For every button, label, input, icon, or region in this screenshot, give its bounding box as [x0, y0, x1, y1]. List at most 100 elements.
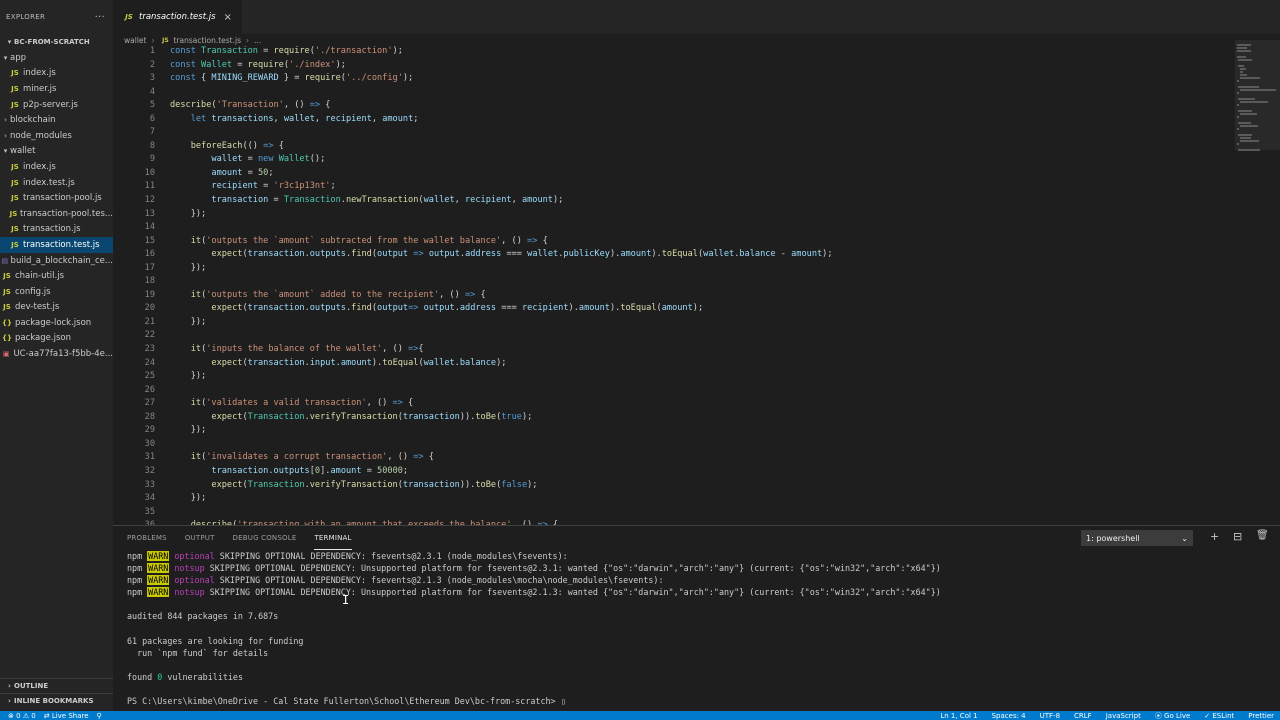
tree-item[interactable]: JS transaction.js	[0, 222, 113, 238]
code-line[interactable]: 18	[113, 275, 1223, 289]
code-line[interactable]: 8 beforeEach(() => {	[113, 140, 1223, 154]
tree-item[interactable]: ▣ UC-aa77fa13-f5bb-4e...	[0, 346, 113, 362]
tree-item[interactable]: JS config.js	[0, 284, 113, 300]
inline-bookmarks-section[interactable]: › INLINE BOOKMARKS	[0, 693, 113, 708]
remote-icon[interactable]: ⚲	[97, 712, 102, 720]
code-line[interactable]: 13 });	[113, 208, 1223, 222]
tab-transaction-test-js[interactable]: JS transaction.test.js ×	[113, 0, 242, 34]
code-line[interactable]: 2 const Wallet = require('./index');	[113, 59, 1223, 73]
terminal-select[interactable]: 1: powershell ⌄	[1081, 530, 1193, 546]
code-line[interactable]: 17 });	[113, 262, 1223, 276]
terminal-output[interactable]: npm WARN optional SKIPPING OPTIONAL DEPE…	[127, 550, 1267, 707]
code-line[interactable]: 19 it('outputs the `amount` added to the…	[113, 289, 1223, 303]
code-token: =>	[413, 452, 424, 463]
code-line[interactable]: 16 expect(transaction.outputs.find(outpu…	[113, 248, 1223, 262]
minimap-line	[1239, 89, 1276, 91]
code-line[interactable]: 23 it('inputs the balance of the wallet'…	[113, 343, 1223, 357]
cursor-position[interactable]: Ln 1, Col 1	[940, 712, 977, 720]
tree-item[interactable]: ▾ wallet	[0, 144, 113, 160]
code-line[interactable]: 9 wallet = new Wallet();	[113, 153, 1223, 167]
trash-icon[interactable]: 🗑	[1256, 530, 1269, 541]
code-line[interactable]: 3 const { MINING_REWARD } = require('../c…	[113, 72, 1223, 86]
line-ending[interactable]: CRLF	[1074, 712, 1092, 720]
project-folder-header[interactable]: ▾ BC-FROM-SCRATCH	[0, 34, 113, 50]
code-line[interactable]: 27 it('validates a valid transaction', (…	[113, 397, 1223, 411]
tree-item-label: UC-aa77fa13-f5bb-4e...	[13, 349, 113, 360]
code-line[interactable]: 6 let transactions, wallet, recipient, a…	[113, 113, 1223, 127]
code-line[interactable]: 15 it('outputs the `amount` subtracted f…	[113, 235, 1223, 249]
tree-item[interactable]: JS transaction.test.js	[0, 237, 113, 253]
encoding[interactable]: UTF-8	[1040, 712, 1060, 720]
inline-bookmarks-label: INLINE BOOKMARKS	[14, 697, 94, 705]
code-token: =>	[392, 398, 403, 409]
code-line[interactable]: 29 });	[113, 424, 1223, 438]
code-token: });	[170, 425, 207, 436]
tree-item[interactable]: JS index.js	[0, 66, 113, 82]
tree-item[interactable]: JS dev-test.js	[0, 300, 113, 316]
language-mode[interactable]: JavaScript	[1106, 712, 1141, 720]
code-token: , ()	[366, 398, 393, 409]
code-line[interactable]: 10 amount = 50;	[113, 167, 1223, 181]
code-line[interactable]: 32 transaction.outputs[0].amount = 50000…	[113, 465, 1223, 479]
breadcrumb-file[interactable]: transaction.test.js	[173, 36, 241, 45]
code-line[interactable]: 26	[113, 384, 1223, 398]
tree-item[interactable]: › blockchain	[0, 112, 113, 128]
code-line[interactable]: 25 });	[113, 370, 1223, 384]
code-editor[interactable]: 1 const Transaction = require('./transact…	[113, 45, 1223, 525]
code-token: 'r3c1p13nt'	[273, 181, 331, 192]
code-line[interactable]: 28 expect(Transaction.verifyTransaction(…	[113, 411, 1223, 425]
tree-item[interactable]: {} package-lock.json	[0, 315, 113, 331]
code-line[interactable]: 31 it('invalidates a corrupt transaction…	[113, 451, 1223, 465]
tree-item[interactable]: JS index.js	[0, 159, 113, 175]
code-line[interactable]: 30	[113, 438, 1223, 452]
tree-item[interactable]: JS p2p-server.js	[0, 97, 113, 113]
tree-item[interactable]: ▤ build_a_blockchain_ce...	[0, 253, 113, 269]
tree-item[interactable]: JS index.test.js	[0, 175, 113, 191]
tab-debug-console[interactable]: DEBUG CONSOLE	[233, 526, 297, 550]
prettier-status[interactable]: Prettier	[1248, 712, 1274, 720]
indentation[interactable]: Spaces: 4	[992, 712, 1026, 720]
breadcrumb-symbol[interactable]: ...	[254, 36, 261, 45]
code-line[interactable]: 5 describe('Transaction', () => {	[113, 99, 1223, 113]
tab-problems[interactable]: PROBLEMS	[127, 526, 167, 550]
code-line[interactable]: 11 recipient = 'r3c1p13nt';	[113, 180, 1223, 194]
code-token: =>	[464, 289, 476, 300]
code-line[interactable]: 4	[113, 86, 1223, 100]
code-line[interactable]: 24 expect(transaction.input.amount).toEq…	[113, 357, 1223, 371]
split-terminal-icon[interactable]: ⊟	[1233, 530, 1242, 543]
code-line[interactable]: 35	[113, 506, 1223, 520]
code-line[interactable]: 12 transaction = Transaction.newTransact…	[113, 194, 1223, 208]
code-line[interactable]: 22	[113, 329, 1223, 343]
file-icon: ▤	[1, 256, 9, 265]
eslint-status[interactable]: ✓ ESLint	[1204, 712, 1234, 720]
more-actions-icon[interactable]: ···	[95, 12, 105, 23]
tree-item[interactable]: ▾ app	[0, 50, 113, 66]
tab-terminal[interactable]: TERMINAL	[314, 526, 352, 550]
tree-item[interactable]: JS chain-util.js	[0, 268, 113, 284]
go-live-button[interactable]: ⦿ Go Live	[1155, 711, 1190, 720]
tree-item[interactable]: JS transaction-pool.js	[0, 190, 113, 206]
breadcrumb-folder[interactable]: wallet	[124, 36, 146, 45]
tree-item[interactable]: {} package.json	[0, 331, 113, 347]
tree-item[interactable]: JS transaction-pool.tes...	[0, 206, 113, 222]
line-number: 30	[144, 438, 155, 449]
tree-item[interactable]: JS miner.js	[0, 81, 113, 97]
code-token: const	[170, 59, 202, 70]
close-icon[interactable]: ×	[224, 12, 232, 23]
code-line[interactable]: 14	[113, 221, 1223, 235]
new-terminal-icon[interactable]: +	[1210, 530, 1219, 543]
tree-item[interactable]: › node_modules	[0, 128, 113, 144]
code-line[interactable]: 34 });	[113, 492, 1223, 506]
minimap-line	[1237, 80, 1240, 82]
code-token: );	[521, 411, 533, 422]
code-line[interactable]: 1 const Transaction = require('./transact…	[113, 45, 1223, 59]
tab-output[interactable]: OUTPUT	[185, 526, 215, 550]
minimap[interactable]	[1235, 40, 1280, 151]
problems-indicator[interactable]: ⊗ 0 ⚠ 0	[8, 712, 36, 720]
code-line[interactable]: 7	[113, 126, 1223, 140]
code-line[interactable]: 33 expect(Transaction.verifyTransaction(…	[113, 479, 1223, 493]
live-share-button[interactable]: ⇄ Live Share	[44, 712, 89, 720]
code-line[interactable]: 20 expect(transaction.outputs.find(outpu…	[113, 302, 1223, 316]
code-line[interactable]: 21 });	[113, 316, 1223, 330]
outline-section[interactable]: › OUTLINE	[0, 678, 113, 693]
